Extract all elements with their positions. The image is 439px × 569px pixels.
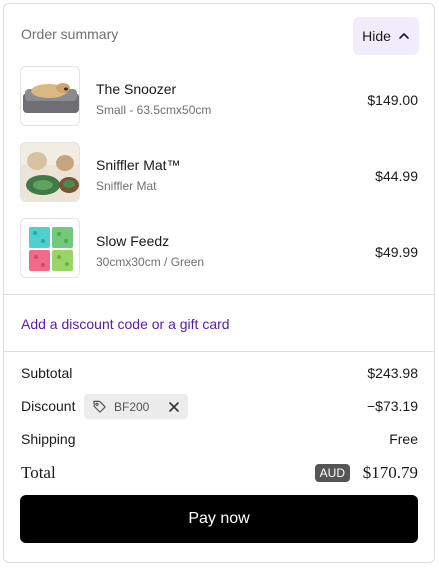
item-price: $49.99 bbox=[375, 244, 418, 260]
item-variant: Small - 63.5cmx50cm bbox=[96, 103, 212, 117]
discount-code-chip: BF200 bbox=[84, 394, 188, 419]
discount-label: Discount bbox=[21, 398, 76, 414]
subtotal-label: Subtotal bbox=[21, 365, 73, 381]
divider bbox=[4, 351, 434, 352]
pay-now-button[interactable]: Pay now bbox=[20, 495, 418, 543]
order-summary-title: Order summary bbox=[21, 26, 119, 42]
close-icon bbox=[169, 401, 179, 412]
order-summary-card: Order summary Hide The Snoozer Small - 6… bbox=[3, 3, 435, 563]
item-name: Slow Feedz bbox=[96, 233, 170, 249]
subtotal-value: $243.98 bbox=[367, 365, 418, 381]
tag-icon bbox=[92, 399, 107, 414]
hide-summary-button[interactable]: Hide bbox=[353, 17, 419, 55]
dog-bed-photo bbox=[20, 66, 80, 126]
chevron-up-icon bbox=[399, 33, 409, 39]
divider bbox=[4, 294, 434, 295]
order-summary-header: Order summary Hide bbox=[4, 4, 434, 66]
discount-code: BF200 bbox=[114, 399, 150, 414]
discount-value: −$73.19 bbox=[367, 398, 418, 414]
shipping-value: Free bbox=[389, 431, 418, 447]
item-name: Sniffler Mat™ bbox=[96, 157, 181, 173]
remove-discount-button[interactable] bbox=[168, 401, 180, 413]
currency-badge: AUD bbox=[314, 464, 350, 482]
item-price: $149.00 bbox=[367, 92, 418, 108]
item-name: The Snoozer bbox=[96, 81, 177, 97]
hide-summary-label: Hide bbox=[362, 28, 391, 44]
total-value: $170.79 bbox=[362, 463, 418, 482]
line-item: The Snoozer Small - 63.5cmx50cm $149.00 bbox=[4, 66, 434, 128]
item-variant: 30cmx30cm / Green bbox=[96, 255, 205, 269]
total-label: Total bbox=[21, 463, 56, 482]
shipping-label: Shipping bbox=[21, 431, 76, 447]
line-item: Slow Feedz 30cmx30cm / Green $49.99 bbox=[4, 218, 434, 280]
snuffle-mat-photo bbox=[20, 142, 80, 202]
line-item: Sniffler Mat™ Sniffler Mat $44.99 bbox=[4, 142, 434, 204]
pay-now-label: Pay now bbox=[188, 510, 250, 527]
item-variant: Sniffler Mat bbox=[96, 179, 157, 193]
add-discount-link[interactable]: Add a discount code or a gift card bbox=[21, 316, 230, 332]
slow-feeder-photo bbox=[20, 218, 80, 278]
item-price: $44.99 bbox=[375, 168, 418, 184]
